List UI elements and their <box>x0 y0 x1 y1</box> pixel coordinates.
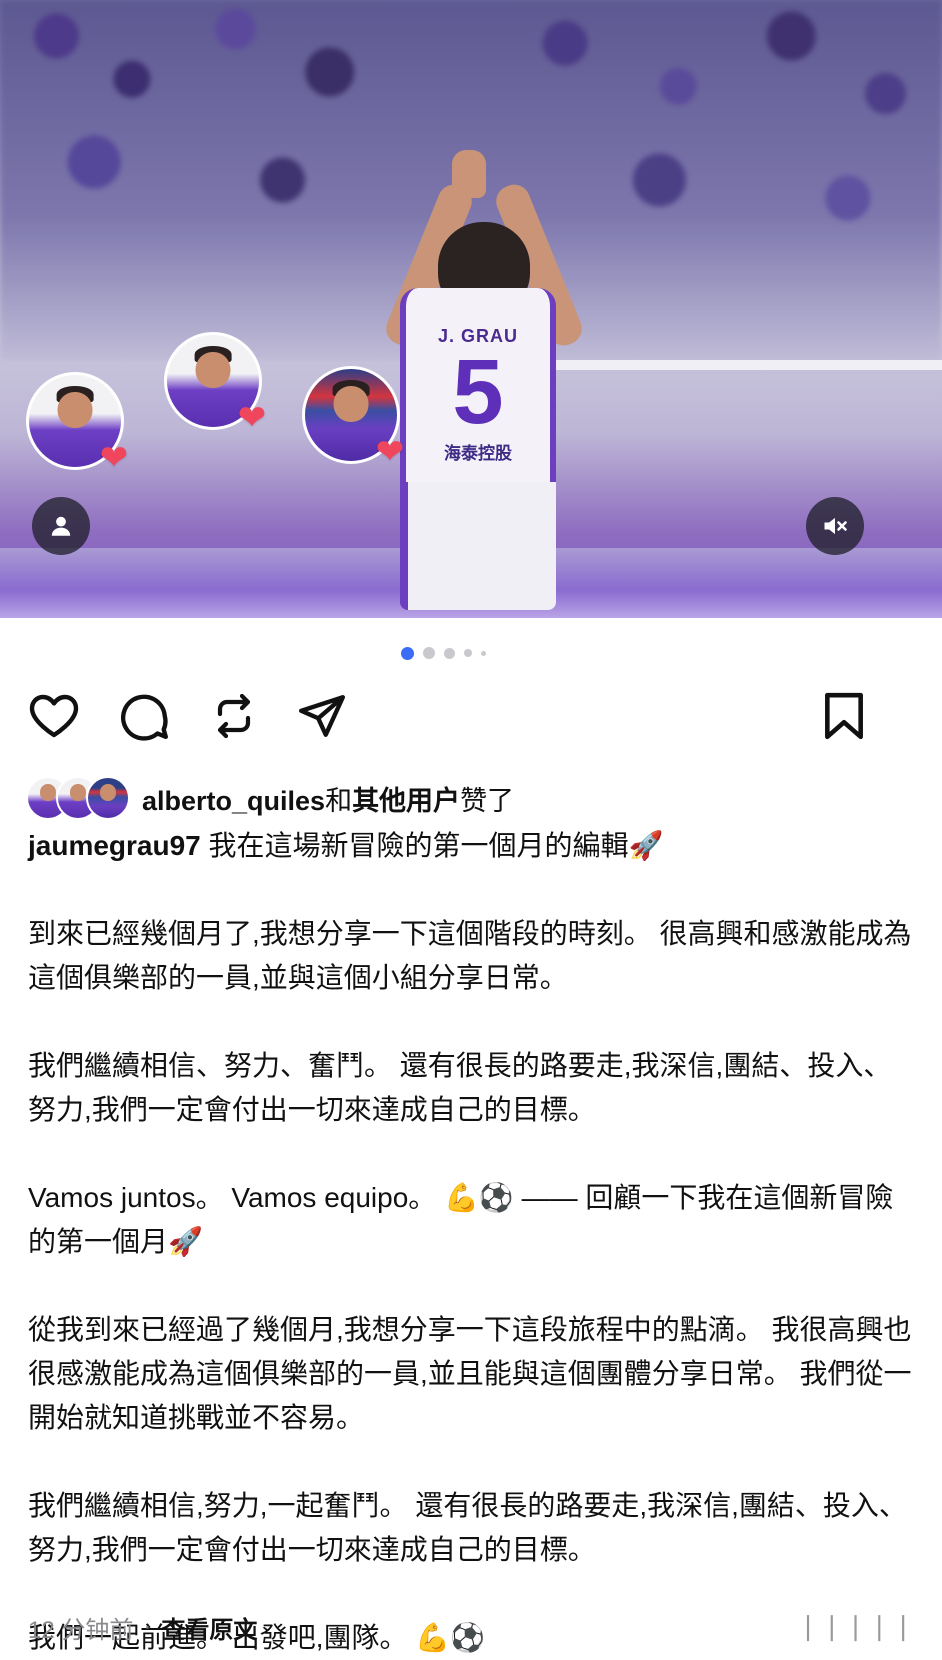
liker-username[interactable]: alberto_quiles <box>142 786 325 816</box>
likes-others[interactable]: 其他用户 <box>352 786 460 816</box>
save-button[interactable] <box>816 688 872 744</box>
player-figure: J. GRAU 5 海泰控股 <box>381 150 587 610</box>
mute-button[interactable] <box>806 497 864 555</box>
caption-headline: jaumegrau97 我在這場新冒險的第一個月的編輯🚀 <box>28 824 918 868</box>
caption-title: 我在這場新冒險的第一個月的編輯 <box>208 830 629 861</box>
speaker-mute-icon <box>824 517 847 535</box>
caption-paragraph-1: 到來已經幾個月了,我想分享一下這個階段的時刻。 很高興和感激能成為這個俱樂部的一… <box>28 918 912 993</box>
rocket-emoji: 🚀 <box>628 829 664 862</box>
heart-icon: ❤ <box>237 399 267 437</box>
player-hands <box>452 150 486 198</box>
liker-avatar <box>86 776 130 820</box>
post-footer: 12 分钟前 · 查看原文 <box>28 1610 257 1644</box>
footer-separator: · <box>143 1613 152 1640</box>
post-timestamp: 12 分钟前 <box>28 1616 134 1644</box>
repost-icon <box>217 693 251 739</box>
comment-button[interactable] <box>118 688 174 744</box>
caption-username[interactable]: jaumegrau97 <box>28 830 201 861</box>
likes-connector: 和 <box>325 785 353 816</box>
post-action-bar <box>26 688 916 744</box>
jersey-sponsor: 海泰控股 <box>444 444 512 463</box>
user-icon <box>51 516 71 536</box>
post-caption: jaumegrau97 我在這場新冒險的第一個月的編輯🚀 到來已經幾個月了,我想… <box>28 824 918 1660</box>
likes-suffix: 赞了 <box>460 785 515 816</box>
goal-frame <box>540 360 942 560</box>
user-tag-button[interactable] <box>32 497 90 555</box>
caption-paragraph-5: 我們繼續相信,努力,一起奮鬥。 還有很長的路要走,我深信,團結、投入、努力,我們… <box>28 1490 907 1565</box>
repost-button[interactable] <box>206 688 262 744</box>
player-shorts <box>400 482 556 610</box>
heart-icon: ❤ <box>375 433 405 471</box>
post-photo[interactable]: J. GRAU 5 海泰控股 ❤ ❤ ❤ <box>0 0 942 618</box>
view-original-link[interactable]: 查看原文 <box>161 1610 257 1645</box>
carousel-dot <box>443 647 455 659</box>
like-button[interactable] <box>26 688 82 744</box>
caption-p3-text: Vamos juntos。 Vamos equipo。 <box>28 1182 445 1213</box>
share-button[interactable] <box>294 688 350 744</box>
muscle-soccer-emoji: 💪⚽ <box>415 1621 486 1654</box>
carousel-dot-active <box>400 646 414 660</box>
muscle-soccer-emoji: 💪⚽ <box>444 1181 514 1214</box>
jersey-number: 5 <box>452 341 504 443</box>
rocket-emoji: 🚀 <box>168 1225 203 1258</box>
likes-summary[interactable]: alberto_quiles和其他用户赞了 <box>26 774 514 822</box>
carousel-dot <box>463 649 472 657</box>
likes-text: alberto_quiles和其他用户赞了 <box>142 779 514 818</box>
send-icon <box>298 695 346 737</box>
heart-outline-icon <box>29 694 79 738</box>
comment-icon <box>121 694 168 741</box>
carousel-dot <box>422 647 435 659</box>
carousel-indicator <box>0 646 914 660</box>
caption-paragraph-2: 我們繼續相信、努力、奮鬥。 還有很長的路要走,我深信,團結、投入、努力,我們一定… <box>28 1050 892 1125</box>
carousel-dot <box>480 650 486 656</box>
watermark: ❘❘❘❘❘ <box>797 1612 916 1642</box>
heart-icon: ❤ <box>99 439 129 477</box>
bookmark-icon <box>825 692 863 740</box>
player-jersey: J. GRAU 5 海泰控股 <box>400 288 556 488</box>
caption-paragraph-3: Vamos juntos。 Vamos equipo。 💪⚽ —— 回顧一下我在… <box>28 1176 918 1264</box>
caption-paragraph-4: 從我到來已經過了幾個月,我想分享一下這段旅程中的點滴。 我很高興也很感激能成為這… <box>28 1314 912 1433</box>
